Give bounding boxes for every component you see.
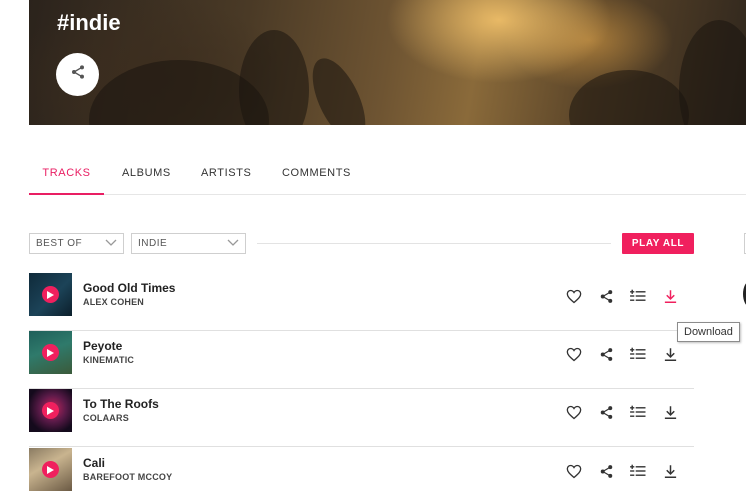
share-icon [70, 64, 86, 85]
play-icon[interactable] [42, 461, 59, 478]
share-icon[interactable] [597, 287, 615, 305]
add-to-playlist-icon[interactable] [629, 403, 647, 421]
add-to-playlist-icon[interactable] [629, 287, 647, 305]
heart-icon[interactable] [565, 462, 583, 480]
chevron-down-icon [105, 237, 117, 256]
share-button[interactable] [56, 53, 99, 96]
tag-select[interactable]: INDIE [131, 233, 246, 254]
divider [257, 243, 611, 244]
download-icon[interactable] [661, 403, 679, 421]
tab-albums[interactable]: ALBUMS [122, 154, 171, 195]
chevron-down-icon [227, 237, 239, 256]
add-to-playlist-icon[interactable] [629, 462, 647, 480]
tab-bar: TRACKS ALBUMS ARTISTS COMMENTS [29, 154, 746, 195]
track-artwork[interactable] [29, 331, 72, 374]
heart-icon[interactable] [565, 287, 583, 305]
download-icon[interactable] [661, 345, 679, 363]
track-title[interactable]: Cali [83, 456, 105, 470]
track-row: Good Old Times ALEX COHEN [29, 273, 694, 331]
heart-icon[interactable] [565, 403, 583, 421]
tab-artists[interactable]: ARTISTS [201, 154, 251, 195]
track-artist[interactable]: COLAARS [83, 413, 129, 423]
track-artist[interactable]: BAREFOOT MCCOY [83, 472, 172, 482]
play-icon[interactable] [42, 402, 59, 419]
download-tooltip: Download [677, 322, 740, 342]
track-artist[interactable]: KINEMATIC [83, 355, 134, 365]
track-artwork[interactable] [29, 389, 72, 432]
track-title[interactable]: Good Old Times [83, 281, 175, 295]
sort-select-value: BEST OF [36, 238, 83, 249]
share-icon[interactable] [597, 403, 615, 421]
track-row: Peyote KINEMATIC [29, 331, 694, 389]
track-row: To The Roofs COLAARS [29, 389, 694, 447]
track-artwork[interactable] [29, 448, 72, 491]
track-artwork[interactable] [29, 273, 72, 316]
download-icon[interactable] [661, 287, 679, 305]
share-icon[interactable] [597, 462, 615, 480]
play-icon[interactable] [42, 286, 59, 303]
tag-select-value: INDIE [138, 238, 168, 249]
heart-icon[interactable] [565, 345, 583, 363]
page-title: #indie [57, 10, 121, 35]
sort-select[interactable]: BEST OF [29, 233, 124, 254]
hero-banner: #indie [29, 0, 746, 125]
share-icon[interactable] [597, 345, 615, 363]
row-divider [29, 446, 694, 447]
tab-tracks[interactable]: TRACKS [29, 154, 104, 195]
tab-comments[interactable]: COMMENTS [282, 154, 351, 195]
add-to-playlist-icon[interactable] [629, 345, 647, 363]
track-title[interactable]: Peyote [83, 339, 122, 353]
play-all-button[interactable]: PLAY ALL [622, 233, 694, 254]
download-icon[interactable] [661, 462, 679, 480]
track-artist[interactable]: ALEX COHEN [83, 297, 144, 307]
track-title[interactable]: To The Roofs [83, 397, 159, 411]
track-row: Cali BAREFOOT MCCOY [29, 448, 694, 493]
play-icon[interactable] [42, 344, 59, 361]
page: #indie TRACKS ALBUMS ARTISTS COMMENTS BE… [0, 0, 746, 493]
